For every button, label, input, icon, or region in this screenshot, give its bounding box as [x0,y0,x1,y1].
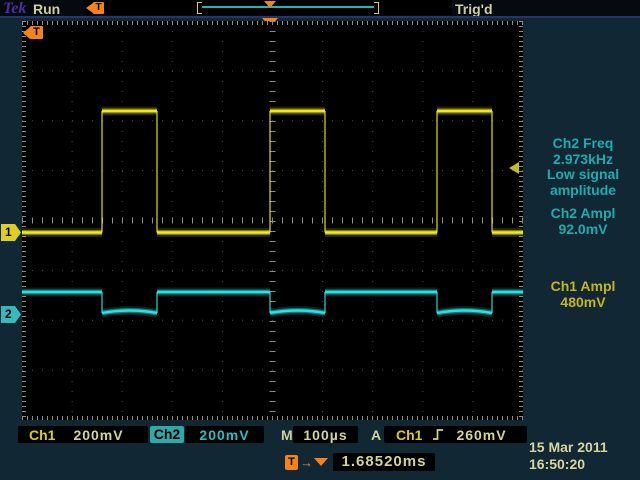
trigger-a-label: A [371,427,381,443]
ch1-label: Ch1 [29,427,55,443]
ch2-freq-readout: Ch2 Freq 2.973kHz Low signal amplitude [527,136,639,198]
record-window-bar[interactable] [202,6,374,8]
arrow-left-icon [86,3,93,13]
time-value: 16:50:20 [529,456,608,473]
waveform-svg [22,21,523,420]
ch1-scale-value: 200mV [73,427,123,443]
warning-line-2: amplitude [527,183,639,199]
ch2-scale-readout: 200mV [185,426,264,443]
delay-marker-icon [314,458,328,466]
ch2-ampl-value: 92.0mV [527,222,639,238]
top-bar: Tek Run T Trig'd [0,0,640,16]
ch2-selected-badge: Ch2 [150,426,184,443]
acquisition-status: Run [33,1,60,17]
record-window-bracket-left-icon[interactable] [197,2,202,14]
rising-edge-icon [432,427,444,442]
top-bar-separator [0,16,640,18]
trigger-status: Trig'd [455,1,493,17]
timebase-readout: 100µs [293,426,358,443]
trigger-level-arrow-icon[interactable] [509,162,519,174]
ch2-freq-label: Ch2 Freq [527,136,639,152]
trigger-source: Ch1 [396,427,422,443]
trigger-t-badge: T [30,26,43,39]
trigger-readout: Ch1 260mV [384,426,527,443]
delay-time-readout: T → 1.68520ms [285,453,435,471]
ch2-ampl-label: Ch2 Ampl [527,206,639,222]
trigger-t-badge: T [93,2,104,14]
ch1-ampl-value: 480mV [527,295,639,311]
arrow-right-icon: → [300,455,313,470]
datetime-readout: 15 Mar 2011 16:50:20 [529,439,608,473]
waveform-display [22,21,523,420]
ch2-ground-marker[interactable]: 2 [1,306,21,323]
oscilloscope-screen: Tek Run T Trig'd T 1 2 Ch2 Freq 2.973kHz… [0,0,640,480]
date-value: 15 Mar 2011 [529,439,608,456]
record-window-bracket-right-icon[interactable] [374,2,379,14]
timebase-value: 100µs [303,427,347,443]
ch1-ground-marker[interactable]: 1 [1,224,21,241]
ch1-ampl-label: Ch1 Ampl [527,279,639,295]
ch1-ampl-readout: Ch1 Ampl 480mV [527,279,639,310]
delay-time-value: 1.68520ms [333,453,435,471]
ch1-scale-readout: Ch1 200mV [18,426,148,443]
ch2-freq-value: 2.973kHz [527,152,639,168]
record-trigger-position-icon[interactable]: T [86,2,104,14]
delay-trigger-icon: T [285,455,298,470]
ch2-ampl-readout: Ch2 Ampl 92.0mV [527,206,639,237]
trigger-offscreen-flag-icon[interactable]: T [23,26,43,39]
arrow-left-icon [23,27,30,39]
record-center-marker-icon[interactable] [264,1,276,8]
ch2-scale-value: 200mV [199,427,249,443]
warning-line-1: Low signal [527,167,639,183]
timebase-label: M [281,427,293,443]
trigger-level-value: 260mV [456,427,506,443]
